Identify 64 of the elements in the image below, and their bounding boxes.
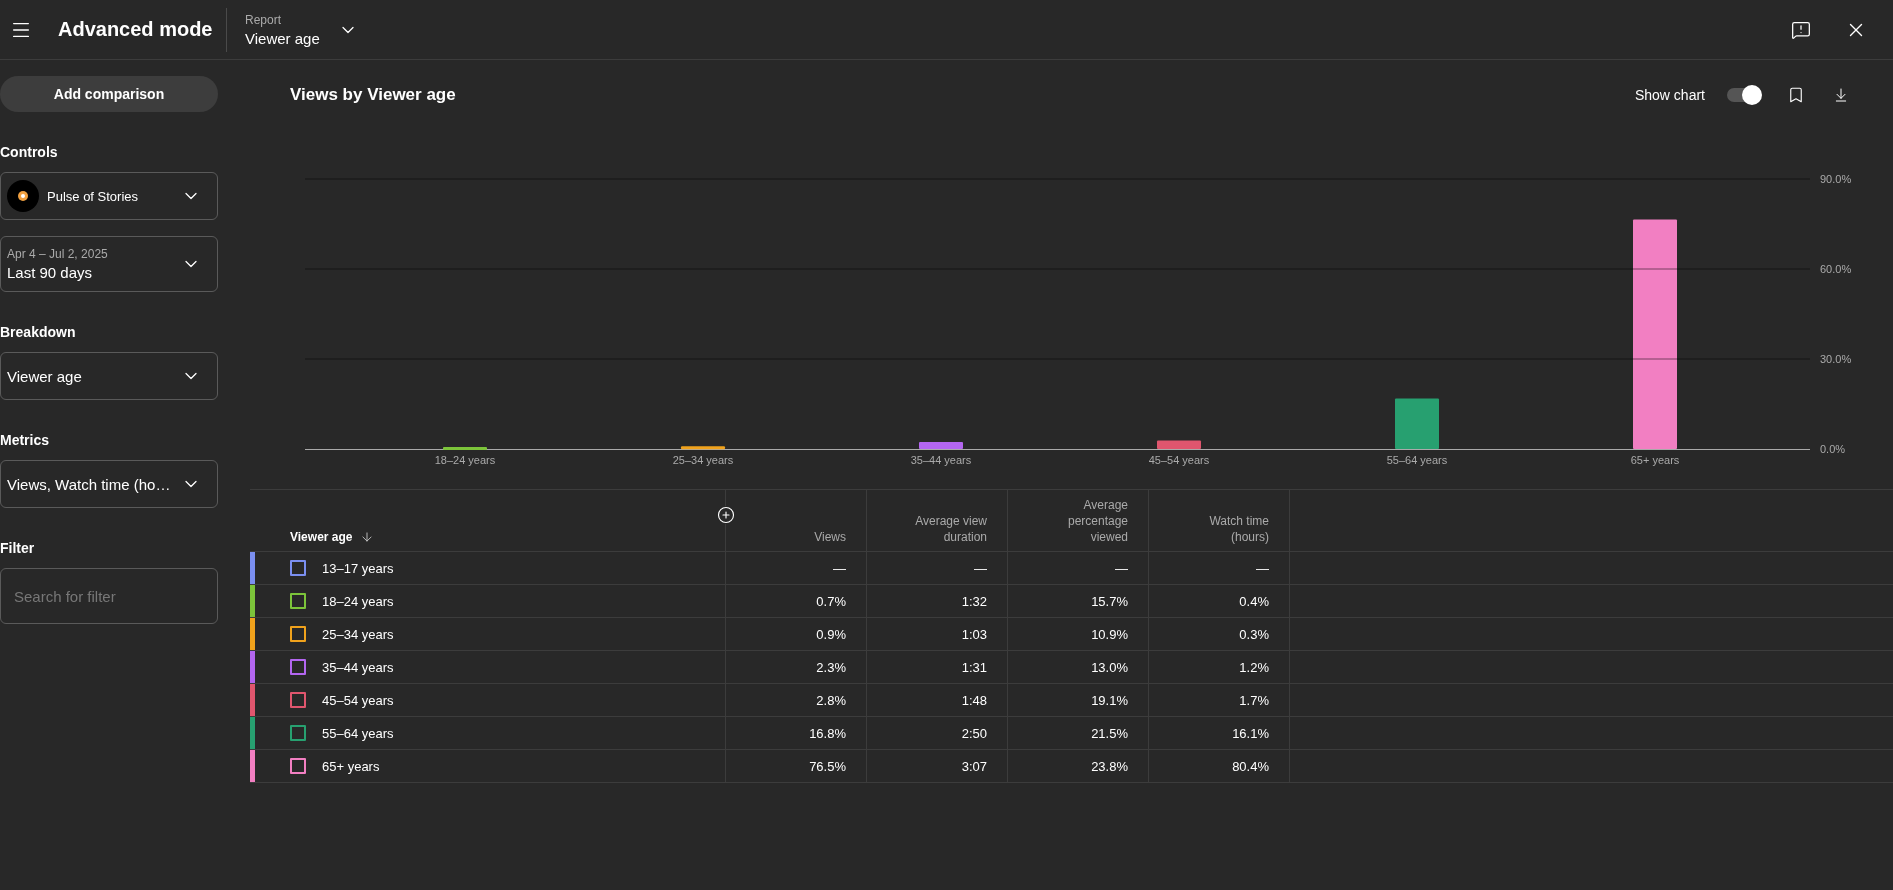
column-header[interactable]: Viewer age (290, 529, 353, 545)
table-cell: 0.7% (816, 593, 846, 609)
date-range-dropdown[interactable]: Apr 4 – Jul 2, 2025 Last 90 days (0, 236, 218, 292)
section-label: Metrics (0, 432, 50, 448)
table-cell: 23.8% (1091, 758, 1128, 774)
table-cell: — (974, 560, 987, 576)
table-cell: 15.7% (1091, 593, 1128, 609)
x-axis-label: 55–64 years (1386, 454, 1448, 466)
report-dropdown[interactable]: Report Viewer age (239, 11, 364, 48)
table-cell: 1.2% (1239, 659, 1269, 675)
row-label: 55–64 years (322, 725, 394, 741)
metrics-dropdown[interactable]: Views, Watch time (ho… (0, 460, 218, 508)
x-axis-label: 35–44 years (910, 454, 972, 466)
x-axis-label: 18–24 years (434, 454, 496, 466)
x-axis-label: 25–34 years (672, 454, 734, 466)
page-title: Advanced mode (58, 18, 214, 41)
table-cell: 16.1% (1232, 725, 1269, 741)
y-axis-label: 60.0% (1820, 263, 1852, 275)
table-cell: 1:03 (961, 626, 987, 642)
filter-search-field[interactable]: Search for filter (0, 568, 218, 624)
column-header[interactable]: Views (814, 529, 846, 545)
table-cell: 1:31 (961, 659, 987, 675)
table-cell: 80.4% (1232, 758, 1269, 774)
y-axis-label: 30.0% (1820, 353, 1852, 365)
y-axis-label: 0.0% (1820, 443, 1846, 455)
table-cell: 2.8% (816, 692, 846, 708)
x-axis-label: 45–54 years (1148, 454, 1210, 466)
table-cell: 0.3% (1239, 626, 1269, 642)
row-label: 45–54 years (322, 692, 394, 708)
table-cell: — (1256, 560, 1269, 576)
add-comparison-button[interactable]: Add comparison (0, 76, 218, 112)
column-header[interactable]: Average view duration (887, 513, 987, 545)
table-cell: — (833, 560, 846, 576)
table-cell: 76.5% (809, 758, 846, 774)
table-cell: 2:50 (961, 725, 987, 741)
table-cell: 1.7% (1239, 692, 1269, 708)
row-label: 18–24 years (322, 593, 394, 609)
row-label: 25–34 years (322, 626, 394, 642)
table-cell: 19.1% (1091, 692, 1128, 708)
table-cell: 10.9% (1091, 626, 1128, 642)
row-label: 35–44 years (322, 659, 394, 675)
toggle-label: Show chart (1634, 87, 1705, 103)
section-label: Controls (0, 144, 58, 160)
row-label: 13–17 years (322, 560, 394, 576)
table-cell: 3:07 (961, 758, 987, 774)
table-cell: — (1115, 560, 1128, 576)
table-cell: 2.3% (816, 659, 846, 675)
table-cell: 0.4% (1239, 593, 1269, 609)
breakdown-dropdown[interactable]: Viewer age (0, 352, 218, 400)
chart-title: Views by Viewer age (290, 85, 456, 105)
channel-dropdown[interactable]: Pulse of Stories (0, 172, 218, 220)
row-label: 65+ years (322, 758, 380, 774)
table-cell: 0.9% (816, 626, 846, 642)
y-axis-label: 90.0% (1820, 173, 1852, 185)
x-axis-label: 65+ years (1630, 454, 1680, 466)
table-cell: 13.0% (1091, 659, 1128, 675)
column-header[interactable]: Watch time (hours) (1169, 513, 1269, 545)
table-cell: 1:32 (961, 593, 987, 609)
section-label: Filter (0, 540, 35, 556)
table-cell: 21.5% (1091, 725, 1128, 741)
table-cell: 1:48 (961, 692, 987, 708)
table-cell: 16.8% (809, 725, 846, 741)
column-header[interactable]: Average percentage viewed (1028, 497, 1128, 545)
section-label: Breakdown (0, 324, 76, 340)
